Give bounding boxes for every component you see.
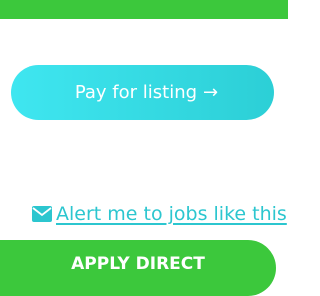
alert-link-label: Alert me to jobs like this [56,203,287,225]
apply-button-label: APPLY DIRECT [71,254,205,274]
pay-for-listing-button[interactable]: Pay for listing → [11,65,274,120]
job-alert-link[interactable]: Alert me to jobs like this [32,200,287,228]
pay-button-label: Pay for listing [74,82,198,103]
envelope-icon [32,206,52,222]
top-bar [0,0,288,19]
arrow-right-icon: → [203,82,219,103]
